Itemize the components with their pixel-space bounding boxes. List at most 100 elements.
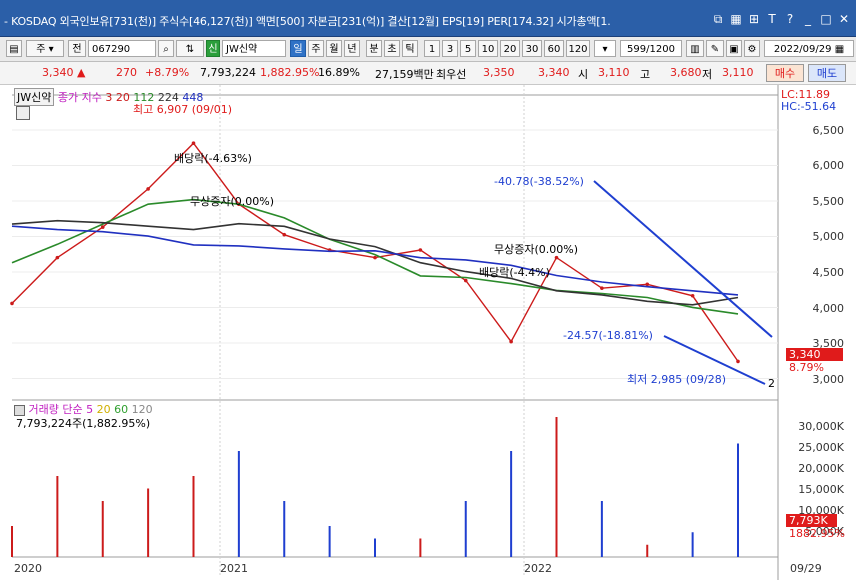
volume-toggle-icon[interactable] bbox=[14, 404, 25, 416]
volume-value: 7,793,224 bbox=[200, 66, 256, 79]
calendar-icon: ▦ bbox=[834, 44, 845, 55]
tab-second[interactable]: 초 bbox=[384, 40, 400, 57]
volume-tick: 25,000K bbox=[798, 441, 844, 454]
window-titlebar: - KOSDAQ 외국인보유[731(천)] 주식수[46,127(천)] 액면… bbox=[0, 0, 856, 37]
tab-minute[interactable]: 분 bbox=[366, 40, 382, 57]
sell-button[interactable]: 매도 bbox=[808, 64, 846, 82]
count-field[interactable]: 599/1200 bbox=[620, 40, 682, 57]
high-label: 고 bbox=[640, 68, 651, 81]
tab-tick[interactable]: 틱 bbox=[402, 40, 418, 57]
stock-name-field[interactable]: JW신약 bbox=[222, 40, 286, 57]
price-point bbox=[463, 278, 468, 283]
price-point bbox=[373, 255, 377, 260]
stock-code-input[interactable]: 067290 bbox=[88, 40, 156, 57]
drop-label-1: -40.78(-38.52%) bbox=[494, 175, 584, 188]
bonus-label-1: 무상증자(0.00%) bbox=[190, 195, 275, 208]
high-value: 3,680 bbox=[670, 66, 702, 79]
settings-icon[interactable]: ⚙ bbox=[744, 40, 760, 57]
price-point bbox=[645, 282, 650, 287]
legend-ma-20: 20 bbox=[115, 91, 130, 104]
up-arrow-icon: ▲ bbox=[77, 66, 86, 79]
price-point bbox=[10, 301, 14, 306]
interval-5[interactable]: 5 bbox=[460, 40, 476, 57]
chart-type-label: 주 bbox=[36, 44, 46, 55]
price-point bbox=[418, 248, 423, 252]
volume-tick: 15,000K bbox=[798, 483, 844, 496]
price-point bbox=[100, 225, 105, 229]
price-change: 270 bbox=[116, 66, 137, 79]
last-volume-badge: 7,793K bbox=[786, 514, 837, 527]
chart-toolbar: ▤ 주 ▾ 전 067290 ⌕ ⇅ 신 JW신약 일 주 월 년 분 초 틱 … bbox=[0, 37, 856, 62]
tab-month[interactable]: 월 bbox=[326, 40, 342, 57]
quote-row: 3,340 ▲ 270 +8.79% 7,793,224 1,882.95% 1… bbox=[0, 62, 856, 85]
search-icon[interactable]: ⌕ bbox=[158, 40, 174, 57]
market-select[interactable]: 전 bbox=[68, 40, 86, 57]
interval-120[interactable]: 120 bbox=[566, 40, 590, 57]
maximize-icon[interactable]: □ bbox=[818, 11, 834, 27]
interval-1[interactable]: 1 bbox=[424, 40, 440, 57]
high-marker-label: 최고 6,907 (09/01) bbox=[133, 103, 233, 116]
x-label-end: 09/29 bbox=[790, 562, 822, 575]
x-label-2020: 2020 bbox=[14, 562, 42, 575]
volume-bar bbox=[510, 451, 513, 557]
volume-bar bbox=[600, 501, 603, 557]
interval-3[interactable]: 3 bbox=[442, 40, 458, 57]
legend-ma-3: 3 bbox=[105, 91, 113, 104]
volume-bar bbox=[419, 538, 422, 557]
restore-window-icon[interactable]: ⧉ bbox=[710, 11, 726, 27]
price-point bbox=[600, 286, 604, 290]
volume-tick: 20,000K bbox=[798, 462, 844, 475]
tab-year[interactable]: 년 bbox=[344, 40, 360, 57]
window-title: - KOSDAQ 외국인보유[731(천)] 주식수[46,127(천)] 액면… bbox=[4, 15, 611, 28]
volume-bar bbox=[374, 538, 376, 557]
dividend-label-2: 배당락(-4.4%) bbox=[479, 266, 550, 279]
chart-bars-icon[interactable]: ▥ bbox=[686, 40, 704, 57]
minimize-icon[interactable]: _ bbox=[800, 11, 816, 27]
date-field[interactable]: 2022/09/29 ▦ bbox=[764, 40, 854, 57]
chart-canvas[interactable] bbox=[0, 85, 856, 580]
help-icon[interactable]: ? bbox=[782, 11, 798, 27]
drop-label-2: -24.57(-18.81%) bbox=[563, 329, 653, 342]
toggle-icon[interactable]: ⇅ bbox=[176, 40, 204, 57]
hc-value: HC:-51.64 bbox=[781, 100, 837, 113]
chart-type-select[interactable]: 주 ▾ bbox=[26, 40, 64, 57]
x-label-2022: 2022 bbox=[524, 562, 552, 575]
panel-table-icon[interactable] bbox=[16, 106, 30, 120]
tile-icon[interactable]: ▦ bbox=[728, 11, 744, 27]
interval-20[interactable]: 20 bbox=[500, 40, 520, 57]
upper-trendline bbox=[593, 180, 773, 338]
dock-icon[interactable]: ⊞ bbox=[746, 11, 762, 27]
save-icon[interactable]: ▣ bbox=[726, 40, 742, 57]
chart-area[interactable]: JW신약 종가 지수 3 20 112 224 448 LC:11.89 HC:… bbox=[0, 85, 856, 580]
tab-day[interactable]: 일 bbox=[290, 40, 306, 57]
interval-dropdown[interactable]: ▾ bbox=[594, 40, 616, 57]
price-point bbox=[146, 187, 150, 191]
best-quote-label: 최우선 bbox=[436, 68, 467, 81]
interval-30[interactable]: 30 bbox=[522, 40, 542, 57]
volume-bar bbox=[11, 526, 13, 557]
last-pct-badge: 8.79% bbox=[789, 361, 824, 374]
low-label: 저 bbox=[702, 68, 713, 81]
grid-menu-icon[interactable]: ▤ bbox=[6, 40, 22, 57]
current-price: 3,340 ▲ bbox=[42, 66, 85, 79]
change-percent: +8.79% bbox=[145, 66, 190, 79]
date-value: 2022/09/29 bbox=[773, 44, 832, 55]
open-value: 3,110 bbox=[598, 66, 630, 79]
trade-amount: 27,159백만 bbox=[375, 68, 434, 81]
tools-icon[interactable]: ✎ bbox=[706, 40, 724, 57]
font-icon[interactable]: T bbox=[764, 11, 780, 27]
volume-bar bbox=[237, 451, 240, 557]
interval-60[interactable]: 60 bbox=[544, 40, 564, 57]
interval-10[interactable]: 10 bbox=[478, 40, 498, 57]
volume-bar bbox=[56, 476, 59, 557]
volume-bar bbox=[555, 417, 558, 557]
price-tick: 5,000 bbox=[812, 230, 845, 243]
volume-bar bbox=[283, 501, 286, 557]
volume-percent: 1,882.95% bbox=[260, 66, 320, 79]
last-price-badge: 3,340 bbox=[786, 348, 843, 361]
volume-bar bbox=[147, 488, 150, 557]
price-point bbox=[736, 359, 740, 364]
close-icon[interactable]: ✕ bbox=[836, 11, 852, 27]
buy-button[interactable]: 매수 bbox=[766, 64, 804, 82]
tab-week[interactable]: 주 bbox=[308, 40, 324, 57]
